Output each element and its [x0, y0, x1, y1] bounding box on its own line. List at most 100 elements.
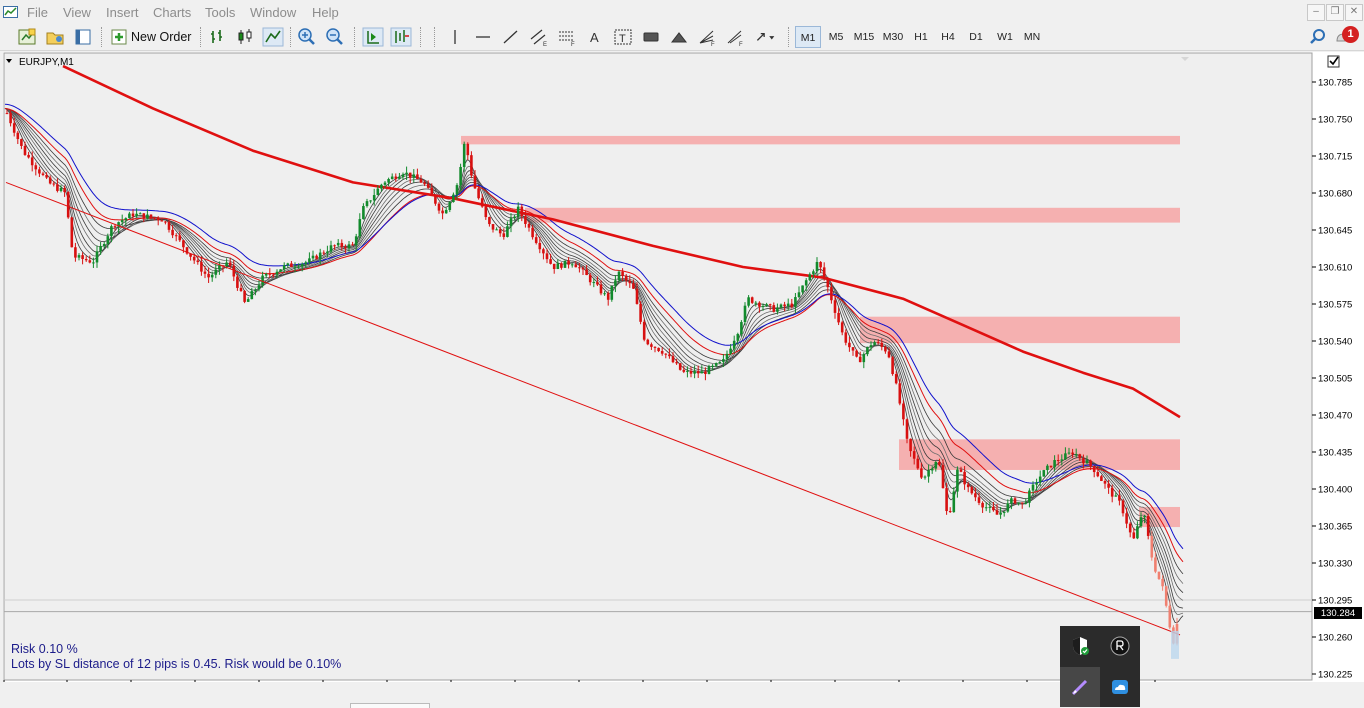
line-chart-icon[interactable]: [262, 27, 284, 47]
tray-defender-item[interactable]: [1060, 626, 1100, 666]
candlestick-icon[interactable]: [234, 27, 256, 47]
candle-body: [693, 371, 696, 374]
candle-body: [898, 383, 902, 404]
y-tick-label: 130.610: [1318, 263, 1352, 274]
tab-bar: [0, 682, 1364, 708]
equidistant-channel-icon[interactable]: E: [528, 27, 550, 47]
candle-body: [808, 274, 812, 281]
menu-insert[interactable]: Insert: [106, 5, 139, 20]
new-order-button[interactable]: New Order: [108, 26, 192, 48]
market-watch-icon[interactable]: [72, 27, 94, 47]
tray-pen-item[interactable]: [1060, 667, 1100, 707]
timeframe-m1[interactable]: M1: [795, 26, 821, 48]
candle-body: [5, 113, 9, 115]
timeframe-m5[interactable]: M5: [824, 26, 848, 48]
restore-icon[interactable]: ❐: [1326, 4, 1344, 21]
candle-body: [1150, 535, 1154, 558]
price-chart[interactable]: 130.785 130.750 130.715 130.680 130.645 130.6…: [3, 52, 1364, 682]
candle-body: [992, 506, 995, 511]
candle-body: [376, 188, 380, 196]
timeframe-h1[interactable]: H1: [909, 26, 933, 48]
candle-body: [452, 194, 455, 203]
current-price-label: 130.284: [1321, 608, 1355, 619]
fibonacci-fan-icon[interactable]: F: [696, 27, 718, 47]
bar-chart-icon[interactable]: [206, 27, 228, 47]
candle-body: [257, 285, 261, 290]
candle-body: [272, 274, 275, 276]
menu-window[interactable]: Window: [250, 5, 296, 20]
timeframe-m15[interactable]: M15: [850, 26, 878, 48]
arrows-dropdown-icon[interactable]: [754, 27, 776, 47]
candle-body: [513, 216, 516, 219]
candle-body: [675, 362, 678, 364]
candle-body: [1028, 490, 1031, 503]
candle-body: [488, 217, 491, 225]
y-tick-label: 130.295: [1318, 596, 1352, 607]
timeframe-mn[interactable]: MN: [1019, 26, 1045, 48]
candle-body: [531, 227, 534, 238]
candle-body: [959, 469, 963, 472]
supply-zone: [525, 207, 1180, 223]
candle-body: [1013, 498, 1017, 504]
candle-body: [578, 267, 581, 269]
candle-body: [848, 342, 851, 348]
close-icon[interactable]: ✕: [1345, 4, 1363, 21]
triangle-icon[interactable]: [668, 27, 690, 47]
candle-body: [437, 203, 441, 211]
candle-body: [794, 297, 797, 307]
candle-body: [120, 220, 124, 223]
zoom-out-icon[interactable]: [324, 27, 346, 47]
menu-file[interactable]: File: [27, 5, 48, 20]
tray-onedrive-item[interactable]: [1100, 667, 1140, 707]
autoscroll-icon[interactable]: [362, 27, 384, 47]
candle-body: [624, 275, 628, 281]
menu-help[interactable]: Help: [312, 5, 339, 20]
candle-body: [156, 218, 160, 221]
text-tool-icon[interactable]: A: [584, 27, 606, 47]
timeframe-w1[interactable]: W1: [993, 26, 1017, 48]
menu-view[interactable]: View: [63, 5, 91, 20]
candle-body: [545, 253, 549, 260]
tray-app-item[interactable]: [1100, 626, 1140, 666]
chart-shift-icon[interactable]: [390, 27, 412, 47]
candle-body: [153, 217, 156, 219]
minimize-icon[interactable]: –: [1307, 4, 1325, 21]
new-chart-icon[interactable]: [16, 27, 38, 47]
timeframe-d1[interactable]: D1: [964, 26, 988, 48]
search-icon[interactable]: [1307, 27, 1329, 47]
candle-body: [682, 369, 686, 372]
candle-body: [632, 283, 635, 289]
vertical-line-icon[interactable]: [444, 27, 466, 47]
candle-body: [326, 251, 329, 254]
timeframe-m30[interactable]: M30: [879, 26, 907, 48]
horizontal-line-icon[interactable]: [472, 27, 494, 47]
profiles-icon[interactable]: [44, 27, 66, 47]
candle-body: [995, 510, 999, 515]
rectangle-icon[interactable]: [640, 27, 662, 47]
text-label-icon[interactable]: T: [612, 27, 634, 47]
candle-body: [138, 213, 142, 215]
candle-body: [966, 484, 970, 488]
candle-body: [596, 282, 599, 285]
candle-body: [462, 143, 466, 167]
candle-body: [34, 165, 38, 170]
fibonacci-retracement-icon[interactable]: F: [556, 27, 578, 47]
candle-body: [405, 172, 408, 175]
menu-tools[interactable]: Tools: [205, 5, 235, 20]
fibonacci-arcs-icon[interactable]: F: [724, 27, 746, 47]
menu-charts[interactable]: Charts: [153, 5, 191, 20]
zoom-in-icon[interactable]: [296, 27, 318, 47]
candle-body: [419, 179, 423, 183]
trendline-icon[interactable]: [500, 27, 522, 47]
candle-body: [736, 334, 740, 341]
timeframe-h4[interactable]: H4: [936, 26, 960, 48]
candle-body: [1056, 460, 1060, 462]
chart-window[interactable]: 130.785 130.750 130.715 130.680 130.645 130.6…: [3, 52, 1364, 682]
candle-body: [484, 206, 488, 218]
candle-body: [45, 174, 48, 178]
candle-body: [1139, 517, 1143, 527]
chart-tab[interactable]: [350, 703, 430, 708]
candle-body: [563, 260, 567, 268]
candle-body: [840, 322, 844, 333]
candle-body: [408, 172, 412, 178]
